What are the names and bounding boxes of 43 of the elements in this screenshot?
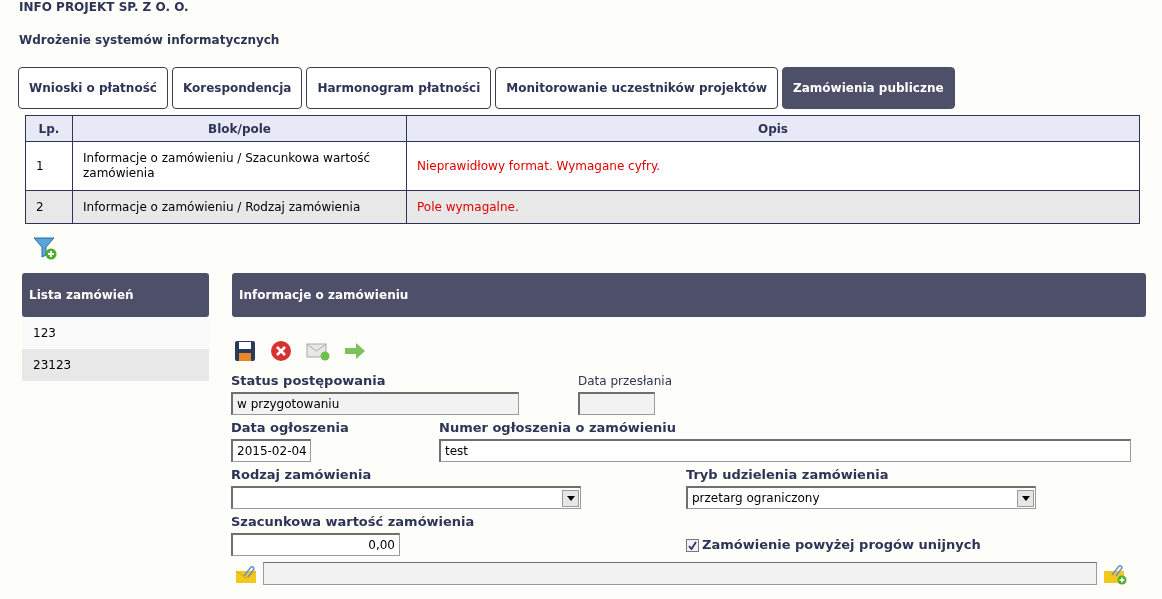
panel-header: Lista zamówień: [22, 273, 209, 317]
table-cell: Informacje o zamówieniu / Rodzaj zamówienia: [72, 190, 407, 224]
field-label: Data przesłania: [578, 373, 672, 390]
table-cell: Informacje o zamówieniu / Szacunkowa wartość zamówienia: [72, 141, 407, 191]
column-header: Blok/pole: [72, 115, 407, 142]
column-header: Opis: [406, 115, 1140, 142]
field-label: Data ogłoszenia: [231, 419, 350, 437]
date-field[interactable]: 2015-02-04: [231, 439, 311, 462]
cancel-icon[interactable]: [270, 340, 292, 362]
tab[interactable]: Harmonogram płatności: [306, 67, 492, 109]
field-label: Tryb udzielenia zamówienia: [686, 466, 890, 484]
dropdown[interactable]: [231, 486, 581, 509]
caret-icon: [562, 489, 579, 507]
checkbox[interactable]: [686, 538, 699, 552]
attachment-add-icon[interactable]: [1103, 562, 1127, 585]
date-field[interactable]: [578, 392, 655, 415]
tab[interactable]: Wnioski o płatność: [18, 67, 168, 109]
field-label: Numer ogłoszenia o zamówieniu: [439, 419, 678, 437]
field-label: Status postępowania: [231, 372, 387, 390]
checkbox-label: Zamówienie powyżej progów unijnych: [702, 536, 981, 554]
error-message: Pole wymagalne.: [406, 190, 1140, 224]
save-icon[interactable]: [234, 340, 256, 362]
company-name: INFO PROJEKT SP. Z O. O.: [19, 0, 189, 14]
tab[interactable]: Monitorowanie uczestników projektów: [495, 67, 778, 109]
error-message: Nieprawidłowy format. Wymagane cyfry.: [406, 141, 1140, 191]
list-item[interactable]: 23123: [22, 349, 209, 381]
tab[interactable]: Zamówienia publiczne: [782, 67, 955, 109]
attachment-icon[interactable]: [235, 563, 257, 584]
column-header: Lp.: [25, 115, 73, 142]
project-title: Wdrożenie systemów informatycznych: [19, 32, 280, 49]
filter-add-icon[interactable]: [33, 236, 58, 260]
tab[interactable]: Korespondencja: [171, 67, 303, 109]
field-label: Szacunkowa wartość zamówienia: [231, 513, 476, 531]
field-label: Rodzaj zamówienia: [231, 466, 373, 484]
status-field[interactable]: w przygotowaniu: [231, 392, 519, 415]
dropdown[interactable]: przetarg ograniczony: [686, 486, 1036, 509]
caret-icon: [1017, 489, 1034, 507]
input-field[interactable]: test: [439, 439, 1131, 462]
table-cell: 1: [25, 141, 73, 191]
attachment-field[interactable]: [263, 562, 1097, 585]
panel-header: Informacje o zamówieniu: [232, 273, 1146, 317]
table-cell: 2: [25, 190, 73, 224]
amount-field[interactable]: 0,00: [231, 533, 400, 556]
